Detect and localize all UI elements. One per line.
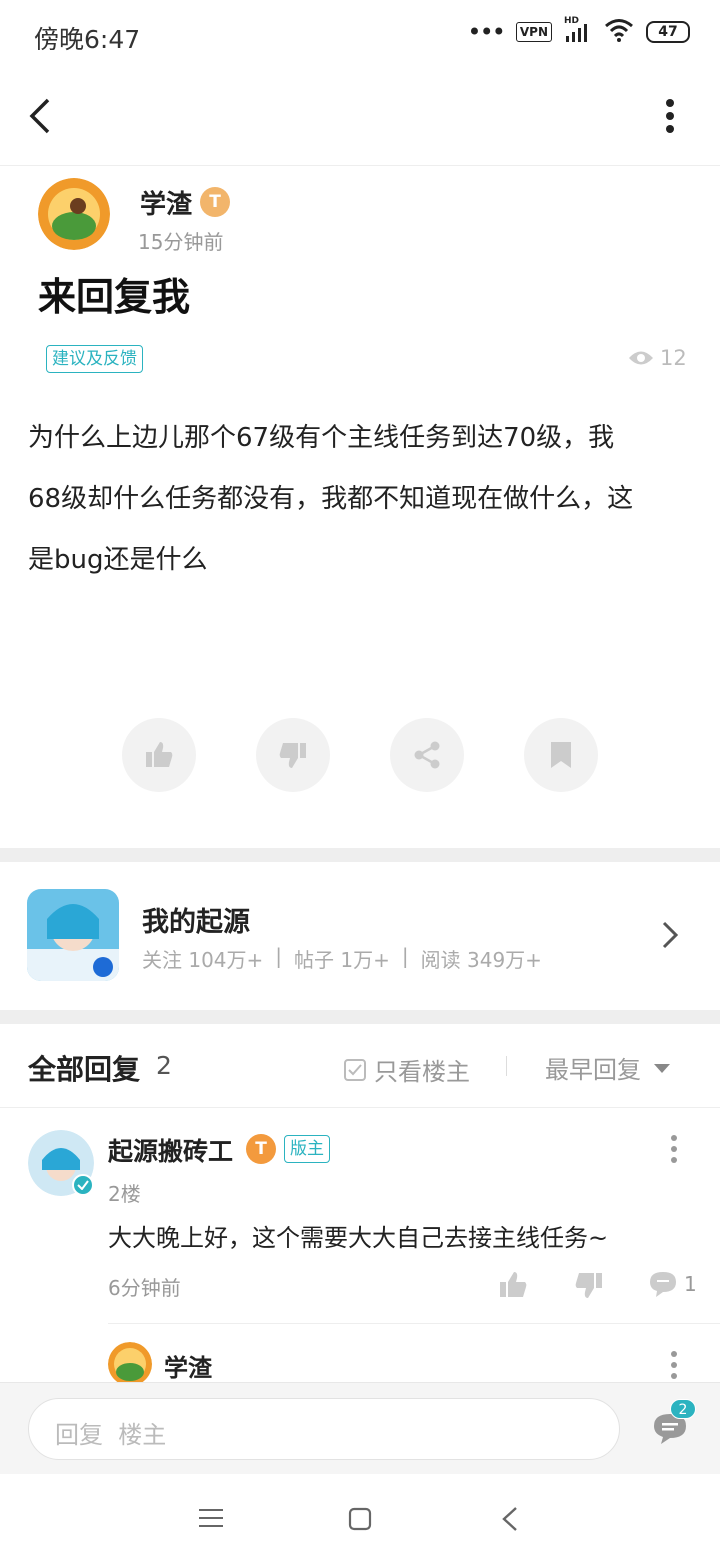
notification-badge: 2 [670,1399,696,1419]
reply-like-icon[interactable] [498,1270,528,1304]
system-back-icon[interactable] [500,1506,522,1536]
reply-divider [108,1323,720,1324]
post-time: 15分钟前 [138,230,224,254]
share-button[interactable] [390,718,464,792]
more-vertical-icon[interactable] [660,98,680,138]
game-name: 我的起源 [142,907,250,938]
game-posts: 帖子 1万+ [294,948,390,972]
game-icon [27,889,119,981]
only-op-label: 只看楼主 [374,1058,470,1086]
stats-separator: | [401,944,409,968]
bookmark-icon [551,742,571,768]
reply-comment-count: 1 [684,1272,697,1296]
bookmark-button[interactable] [524,718,598,792]
thumbs-up-icon [146,742,173,767]
more-dots-icon: ••• [467,18,505,46]
reply-more-icon[interactable] [666,1134,682,1168]
reply-input-placeholder: 回复 楼主 [55,1421,167,1449]
system-nav-bar [0,1474,720,1560]
status-icons: ••• VPN HD 47 [467,16,690,46]
author-level-badge: T [200,187,230,217]
sort-label: 最早回复 [545,1056,641,1084]
game-followers: 关注 104万+ [142,948,264,972]
view-count-value: 12 [660,346,687,370]
like-button[interactable] [122,718,196,792]
game-stats: 关注 104万+ | 帖子 1万+ | 阅读 349万+ [142,944,542,973]
replies-header: 全部回复 2 只看楼主 最早回复 [0,1024,720,1108]
reply-content: 大大晚上好，这个需要大大自己去接主线任务~ [108,1224,609,1252]
wifi-icon [604,18,634,46]
reply2-avatar[interactable] [108,1342,152,1382]
moderator-badge: 版主 [284,1135,330,1163]
reply-floor: 2楼 [108,1182,141,1206]
comment-icon [650,1272,676,1297]
reply-input[interactable]: 回复 楼主 [28,1398,620,1460]
stats-separator: | [275,944,283,968]
post-body-line: 为什么上边儿那个67级有个主线任务到达70级，我 [28,423,615,453]
reply-bar: 回复 楼主 2 [0,1382,720,1474]
status-time: 傍晚6:47 [34,25,141,54]
reply2-author[interactable]: 学渣 [164,1348,212,1383]
post-body-line: 是bug还是什么 [28,545,208,575]
reply-dislike-icon[interactable] [574,1270,604,1304]
battery-icon: 47 [646,21,690,43]
reply-item: 起源搬砖工 T 版主 2楼 大大晚上好，这个需要大大自己去接主线任务~ 6分钟前… [0,1108,720,1324]
sort-dropdown[interactable]: 最早回复 [545,1050,671,1085]
back-icon[interactable] [26,96,54,140]
reply-comment-button[interactable]: 1 [648,1270,697,1298]
thumbs-down-icon [279,743,306,768]
post-body: 为什么上边儿那个67级有个主线任务到达70级，我 68级却什么任务都没有，我都不… [28,408,708,591]
checkbox-icon [344,1058,366,1081]
section-divider [0,1010,720,1024]
reply-level-badge: T [246,1134,276,1164]
replies-count: 2 [156,1051,172,1080]
header-separator [506,1056,507,1076]
reply2-more-icon[interactable] [666,1350,682,1384]
author-name[interactable]: 学渣 [140,184,192,221]
share-icon [414,741,440,769]
replies-title: 全部回复 [28,1053,141,1086]
post-title: 来回复我 [38,275,191,319]
eye-icon [629,351,653,365]
verified-icon [72,1174,94,1196]
chevron-right-icon [660,920,680,954]
home-icon[interactable] [348,1507,372,1535]
menu-icon[interactable] [199,1507,223,1533]
game-reads: 阅读 349万+ [420,948,542,972]
reply-author[interactable]: 起源搬砖工 [108,1132,233,1168]
only-op-toggle[interactable]: 只看楼主 [344,1052,470,1087]
reply-time: 6分钟前 [108,1276,181,1300]
caret-down-icon [654,1063,670,1073]
status-bar: 傍晚6:47 ••• VPN HD 47 [0,0,720,70]
dislike-button[interactable] [256,718,330,792]
top-nav [0,70,720,166]
section-divider [0,848,720,862]
signal-icon: HD [564,16,592,44]
vpn-icon: VPN [515,22,552,42]
post-body-line: 68级却什么任务都没有，我都不知道现在做什么，这 [28,484,634,514]
author-avatar[interactable] [38,178,110,250]
view-count: 12 [628,346,687,370]
game-card[interactable]: 我的起源 关注 104万+ | 帖子 1万+ | 阅读 349万+ [0,862,720,1010]
post-tag[interactable]: 建议及反馈 [46,345,143,373]
